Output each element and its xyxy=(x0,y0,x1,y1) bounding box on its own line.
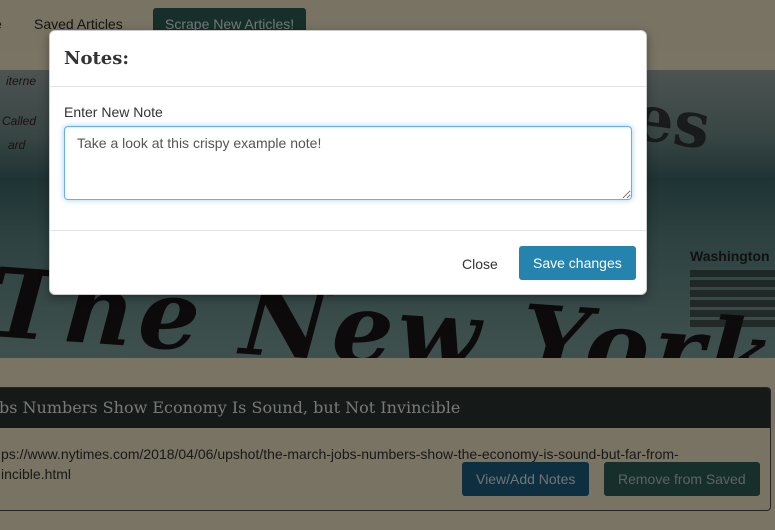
close-button[interactable]: Close xyxy=(448,247,512,281)
note-textarea[interactable]: Take a look at this crispy example note! xyxy=(64,126,632,200)
save-changes-button[interactable]: Save changes xyxy=(519,246,636,280)
notes-modal: Notes: Enter New Note Take a look at thi… xyxy=(49,30,647,295)
modal-footer: Close Save changes xyxy=(50,230,646,296)
modal-header: Notes: xyxy=(50,31,646,87)
modal-title: Notes: xyxy=(64,48,130,69)
note-label: Enter New Note xyxy=(64,104,163,120)
